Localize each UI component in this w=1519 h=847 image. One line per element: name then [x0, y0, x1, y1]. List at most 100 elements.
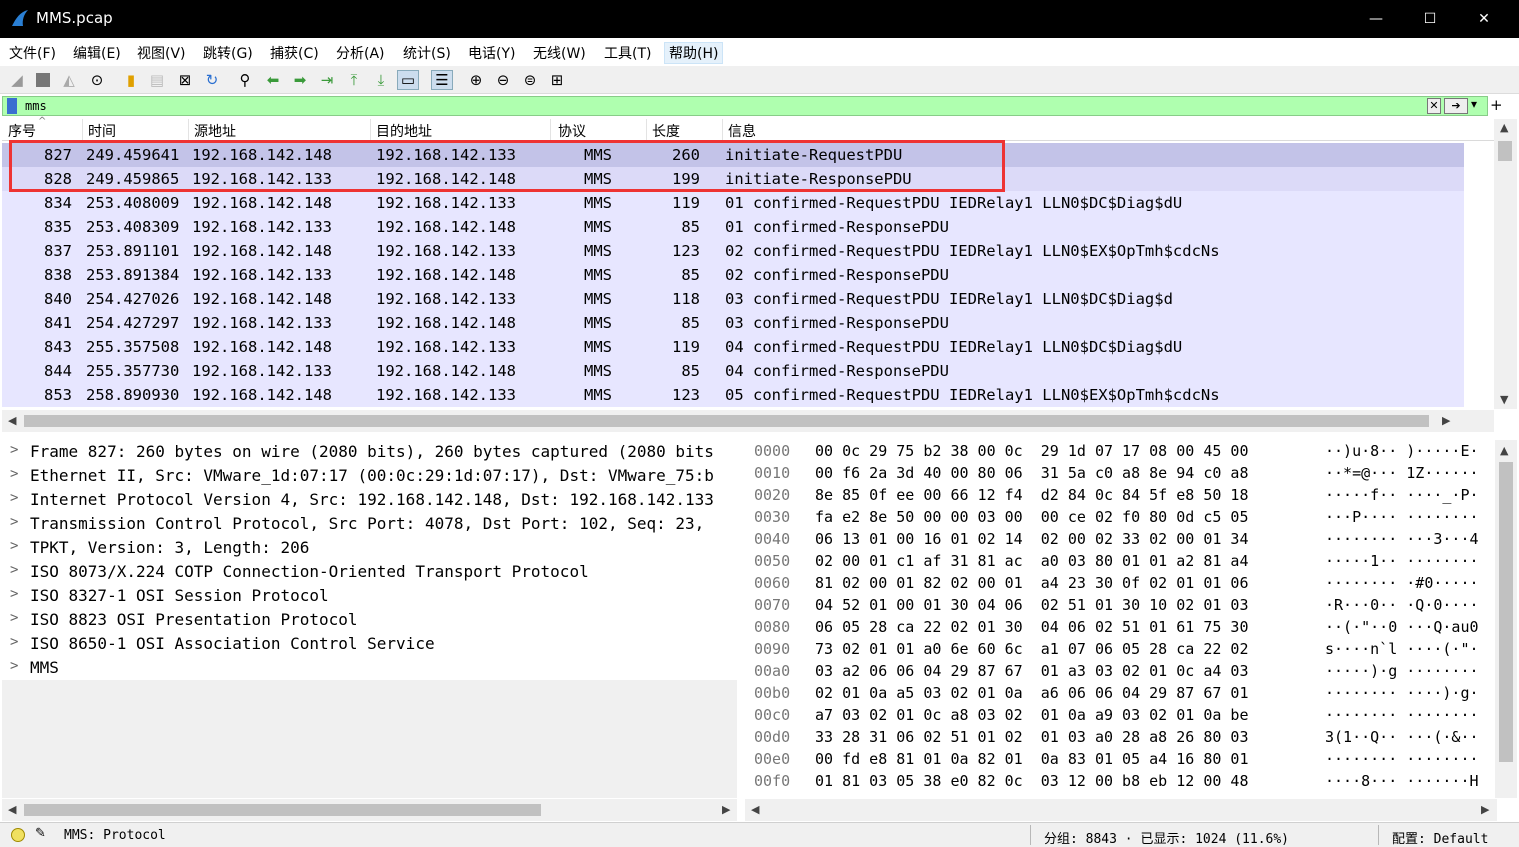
- bookmark-icon[interactable]: [7, 98, 17, 114]
- detail-tree-item[interactable]: > Ethernet II, Src: VMware_1d:07:17 (00:0…: [2, 464, 737, 488]
- packet-protocol: MMS: [584, 386, 612, 404]
- clear-filter-icon[interactable]: ✕: [1427, 98, 1441, 114]
- expand-arrow-icon[interactable]: >: [10, 490, 18, 506]
- detail-tree-item[interactable]: > Transmission Control Protocol, Src Port…: [2, 512, 737, 536]
- last-packet-icon[interactable]: ⤓: [370, 70, 392, 90]
- colorize-icon[interactable]: ☰: [431, 70, 453, 90]
- filter-dropdown-icon[interactable]: ▾: [1471, 97, 1477, 111]
- display-filter-input[interactable]: mms: [25, 99, 47, 113]
- packet-row[interactable]: 837 253.891101 192.168.142.148 192.168.142.…: [2, 239, 1464, 263]
- bytes-vertical-scrollbar[interactable]: ▲: [1495, 440, 1517, 798]
- column-header-destination[interactable]: 目的地址: [376, 121, 432, 141]
- column-header-info[interactable]: 信息: [728, 121, 756, 141]
- details-horizontal-scrollbar[interactable]: ◀ ▶: [2, 799, 737, 821]
- start-capture-icon[interactable]: ◢: [6, 70, 28, 90]
- packet-row[interactable]: 853 258.890930 192.168.142.148 192.168.142.…: [2, 383, 1464, 407]
- menu-telephony[interactable]: 电话(Y): [468, 42, 515, 64]
- edit-comment-icon[interactable]: ✎: [35, 826, 46, 841]
- hex-bytes: 8e 85 0f ee 00 66 12 f4 d2 84 0c 84 5f e…: [815, 486, 1249, 504]
- packet-length: 85: [681, 314, 700, 332]
- minimize-button[interactable]: —: [1349, 0, 1403, 38]
- close-button[interactable]: ✕: [1457, 0, 1511, 38]
- resize-columns-icon[interactable]: ⊞: [546, 70, 568, 90]
- ascii-bytes: ·····)·g ········: [1325, 662, 1479, 680]
- packet-row[interactable]: 840 254.427026 192.168.142.148 192.168.142.…: [2, 287, 1464, 311]
- packet-list-vertical-scrollbar[interactable]: ▲ ▼: [1494, 119, 1517, 409]
- menu-wireless[interactable]: 无线(W): [533, 42, 586, 64]
- packet-row[interactable]: 841 254.427297 192.168.142.133 192.168.142.…: [2, 311, 1464, 335]
- detail-tree-item[interactable]: > ISO 8073/X.224 COTP Connection-Oriented…: [2, 560, 737, 584]
- scroll-left-icon[interactable]: ◀: [8, 414, 16, 427]
- go-to-packet-icon[interactable]: ⇥: [316, 70, 338, 90]
- bytes-horizontal-scrollbar[interactable]: ◀ ▶: [745, 799, 1497, 821]
- detail-tree-item[interactable]: > Frame 827: 260 bytes on wire (2080 bits…: [2, 440, 737, 464]
- packet-row[interactable]: 838 253.891384 192.168.142.133 192.168.142.…: [2, 263, 1464, 287]
- detail-tree-item[interactable]: > MMS: [2, 656, 737, 680]
- detail-tree-item[interactable]: > TPKT, Version: 3, Length: 206: [2, 536, 737, 560]
- expand-arrow-icon[interactable]: >: [10, 634, 18, 650]
- autoscroll-icon[interactable]: ▭: [397, 70, 419, 90]
- find-packet-icon[interactable]: ⚲: [234, 70, 256, 90]
- go-forward-icon[interactable]: ➡: [289, 70, 311, 90]
- menu-analyze[interactable]: 分析(A): [336, 42, 385, 64]
- expand-arrow-icon[interactable]: >: [10, 610, 18, 626]
- packet-length: 119: [672, 194, 700, 212]
- expand-arrow-icon[interactable]: >: [10, 442, 18, 458]
- menu-view[interactable]: 视图(V): [137, 42, 186, 64]
- column-header-time[interactable]: 时间: [88, 121, 116, 141]
- detail-tree-item[interactable]: > ISO 8650-1 OSI Association Control Serv…: [2, 632, 737, 656]
- expand-arrow-icon[interactable]: >: [10, 466, 18, 482]
- menu-file[interactable]: 文件(F): [9, 42, 56, 64]
- scroll-up-icon[interactable]: ▲: [1500, 121, 1508, 134]
- detail-tree-item[interactable]: > ISO 8327-1 OSI Session Protocol: [2, 584, 737, 608]
- menu-tools[interactable]: 工具(T): [604, 42, 651, 64]
- column-header-no[interactable]: 序号: [8, 121, 36, 141]
- expand-arrow-icon[interactable]: >: [10, 514, 18, 530]
- packet-row[interactable]: 844 255.357730 192.168.142.133 192.168.142.…: [2, 359, 1464, 383]
- packet-number: 844: [44, 362, 72, 380]
- profile-name[interactable]: 配置: Default: [1392, 828, 1488, 847]
- expert-info-icon[interactable]: [11, 828, 25, 842]
- save-file-icon[interactable]: ▤: [146, 70, 168, 90]
- add-filter-button[interactable]: +: [1490, 96, 1503, 114]
- zoom-out-icon[interactable]: ⊖: [492, 70, 514, 90]
- menu-go[interactable]: 跳转(G): [203, 42, 253, 64]
- scroll-right-icon[interactable]: ▶: [1442, 414, 1450, 427]
- scroll-left-icon[interactable]: ◀: [751, 803, 759, 816]
- menu-edit[interactable]: 编辑(E): [73, 42, 121, 64]
- maximize-button[interactable]: ☐: [1403, 0, 1457, 38]
- apply-filter-icon[interactable]: ➔: [1444, 98, 1468, 114]
- close-file-icon[interactable]: ⊠: [174, 70, 196, 90]
- detail-tree-item[interactable]: > Internet Protocol Version 4, Src: 192.1…: [2, 488, 737, 512]
- expand-arrow-icon[interactable]: >: [10, 562, 18, 578]
- menu-help[interactable]: 帮助(H): [664, 42, 724, 64]
- detail-tree-item[interactable]: > ISO 8823 OSI Presentation Protocol: [2, 608, 737, 632]
- expand-arrow-icon[interactable]: >: [10, 586, 18, 602]
- zoom-in-icon[interactable]: ⊕: [465, 70, 487, 90]
- scroll-right-icon[interactable]: ▶: [1481, 803, 1489, 816]
- stop-capture-icon[interactable]: [32, 70, 54, 90]
- expand-arrow-icon[interactable]: >: [10, 538, 18, 554]
- scroll-right-icon[interactable]: ▶: [722, 803, 730, 816]
- packet-row[interactable]: 834 253.408009 192.168.142.148 192.168.142.…: [2, 191, 1464, 215]
- open-file-icon[interactable]: ▮: [120, 70, 142, 90]
- column-header-protocol[interactable]: 协议: [558, 121, 586, 141]
- go-back-icon[interactable]: ⬅: [262, 70, 284, 90]
- menu-capture[interactable]: 捕获(C): [270, 42, 319, 64]
- first-packet-icon[interactable]: ⤒: [343, 70, 365, 90]
- menu-statistics[interactable]: 统计(S): [403, 42, 451, 64]
- reload-file-icon[interactable]: ↻: [201, 70, 223, 90]
- packet-row[interactable]: 835 253.408309 192.168.142.133 192.168.142.…: [2, 215, 1464, 239]
- scroll-down-icon[interactable]: ▼: [1500, 393, 1508, 406]
- packet-source: 192.168.142.133: [192, 314, 332, 332]
- scroll-up-icon[interactable]: ▲: [1500, 444, 1508, 457]
- packet-row[interactable]: 843 255.357508 192.168.142.148 192.168.142.…: [2, 335, 1464, 359]
- restart-capture-icon[interactable]: ◭: [58, 70, 80, 90]
- expand-arrow-icon[interactable]: >: [10, 658, 18, 674]
- column-header-length[interactable]: 长度: [652, 121, 680, 141]
- column-header-source[interactable]: 源地址: [194, 121, 236, 141]
- packet-list-horizontal-scrollbar[interactable]: ◀ ▶: [2, 410, 1494, 432]
- scroll-left-icon[interactable]: ◀: [8, 803, 16, 816]
- zoom-normal-icon[interactable]: ⊜: [519, 70, 541, 90]
- capture-options-icon[interactable]: ⊙: [86, 70, 108, 90]
